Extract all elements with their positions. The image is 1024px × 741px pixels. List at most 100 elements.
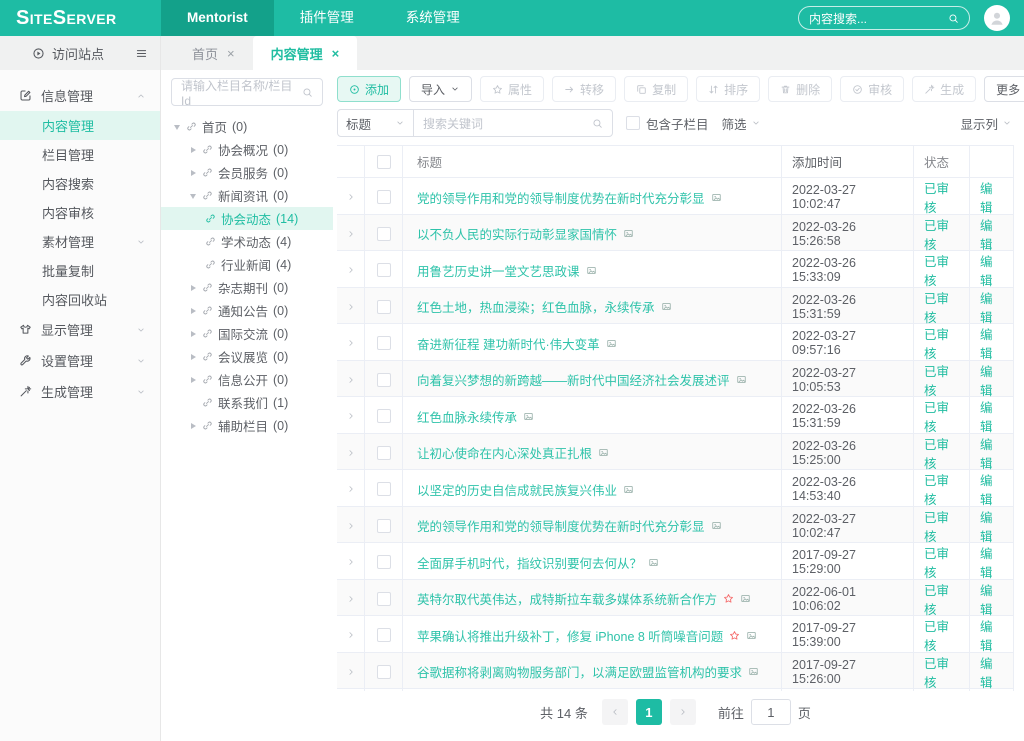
siteserver-logo[interactable]: SITESERVER (0, 7, 161, 30)
row-checkbox[interactable] (377, 628, 391, 642)
content-title-link[interactable]: 红色土地，热血浸染；红色血脉，永续传承 (417, 297, 655, 316)
row-expand-button[interactable] (337, 507, 365, 545)
tree-node[interactable]: 杂志期刊(0) (161, 276, 333, 299)
next-page-button[interactable] (670, 699, 696, 725)
edit-link[interactable]: 编辑 (980, 616, 1003, 654)
row-checkbox[interactable] (377, 336, 391, 350)
content-title-link[interactable]: 苹果确认将推出升级补丁，修复 iPhone 8 听筒噪音问题 (417, 626, 723, 645)
content-title-link[interactable]: 以不负人民的实际行动彰显家国情怀 (417, 224, 617, 243)
row-checkbox[interactable] (377, 409, 391, 423)
content-title-link[interactable]: 谷歌据称将剥离购物服务部门，以满足欧盟监管机构的要求 (417, 662, 742, 681)
tree-node[interactable]: 学术动态(4) (161, 230, 333, 253)
tree-expand-icon[interactable] (189, 330, 197, 338)
row-expand-button[interactable] (337, 470, 365, 508)
edit-link[interactable]: 编辑 (980, 178, 1003, 216)
row-expand-button[interactable] (337, 434, 365, 472)
edit-link[interactable]: 编辑 (980, 251, 1003, 289)
tree-node[interactable]: 会员服务(0) (161, 161, 333, 184)
tree-node[interactable]: 会议展览(0) (161, 345, 333, 368)
sidebar-item-content-search[interactable]: 内容搜索 (0, 169, 160, 198)
row-checkbox[interactable] (377, 592, 391, 606)
tree-expand-icon[interactable] (189, 376, 197, 384)
columns-dropdown[interactable]: 显示列 (960, 114, 1014, 133)
tab-close-icon[interactable] (227, 46, 235, 61)
tree-node[interactable]: 行业新闻(4) (161, 253, 333, 276)
tree-expand-icon[interactable] (189, 353, 197, 361)
add-button[interactable]: 添加 (337, 76, 401, 102)
content-title-link[interactable]: 英特尔取代英伟达，成特斯拉车载多媒体系统新合作方 (417, 589, 717, 608)
sidebar-item-material-manage[interactable]: 素材管理 (0, 227, 160, 256)
edit-link[interactable]: 编辑 (980, 653, 1003, 691)
select-all-checkbox[interactable] (377, 155, 391, 169)
nav-item-mentorist[interactable]: Mentorist (161, 0, 274, 36)
tree-expand-icon[interactable] (189, 169, 197, 177)
tree-node-selected[interactable]: 协会动态(14) (161, 207, 333, 230)
row-expand-button[interactable] (337, 288, 365, 326)
keyword-input[interactable]: 搜索关键词 (414, 110, 612, 136)
edit-link[interactable]: 编辑 (980, 543, 1003, 581)
nav-item-system[interactable]: 系统管理 (380, 0, 486, 36)
channel-search-input[interactable]: 请输入栏目名称/栏目Id (171, 78, 323, 106)
content-title-link[interactable]: 党的领导作用和党的领导制度优势在新时代充分彰显 (417, 516, 705, 535)
generate-button[interactable]: 生成 (912, 76, 976, 102)
row-checkbox[interactable] (377, 373, 391, 387)
sidebar-group-generate[interactable]: 生成管理 (0, 376, 160, 407)
content-title-link[interactable]: 全面屏手机时代，指纹识别要何去何从？ (417, 553, 642, 572)
tab-home[interactable]: 首页 (174, 36, 253, 70)
content-title-link[interactable]: 党的领导作用和党的领导制度优势在新时代充分彰显 (417, 188, 705, 207)
tree-node[interactable]: 信息公开(0) (161, 368, 333, 391)
tree-expand-icon[interactable] (189, 146, 197, 154)
row-expand-button[interactable] (337, 361, 365, 399)
tab-close-icon[interactable] (332, 46, 340, 61)
content-title-link[interactable]: 向着复兴梦想的新跨越——新时代中国经济社会发展述评 (417, 370, 730, 389)
row-expand-button[interactable] (337, 178, 365, 216)
goto-page-input[interactable]: 1 (751, 699, 791, 725)
content-title-link[interactable]: 用鲁艺历史讲一堂文艺思政课 (417, 261, 580, 280)
row-checkbox[interactable] (377, 227, 391, 241)
edit-link[interactable]: 编辑 (980, 361, 1003, 399)
copy-button[interactable]: 复制 (624, 76, 688, 102)
sidebar-group-info[interactable]: 信息管理 (0, 80, 160, 111)
sidebar-item-content-manage[interactable]: 内容管理 (0, 111, 160, 140)
tree-expand-icon[interactable] (189, 284, 197, 292)
sort-button[interactable]: 排序 (696, 76, 760, 102)
sidebar-group-settings[interactable]: 设置管理 (0, 345, 160, 376)
row-checkbox[interactable] (377, 519, 391, 533)
content-title-link[interactable]: 以坚定的历史自信成就民族复兴伟业 (417, 480, 617, 499)
content-search-input[interactable]: 内容搜索... (798, 6, 970, 30)
row-checkbox[interactable] (377, 446, 391, 460)
edit-link[interactable]: 编辑 (980, 397, 1003, 435)
more-button[interactable]: 更多 (984, 76, 1024, 102)
edit-link[interactable]: 编辑 (980, 324, 1003, 362)
attributes-button[interactable]: 属性 (480, 76, 544, 102)
row-expand-button[interactable] (337, 324, 365, 362)
row-expand-button[interactable] (337, 251, 365, 289)
tree-expand-icon[interactable] (189, 192, 197, 200)
tree-expand-icon[interactable] (189, 422, 197, 430)
row-checkbox[interactable] (377, 555, 391, 569)
edit-link[interactable]: 编辑 (980, 434, 1003, 472)
row-checkbox[interactable] (377, 482, 391, 496)
sidebar-item-content-review[interactable]: 内容审核 (0, 198, 160, 227)
row-expand-button[interactable] (337, 580, 365, 618)
row-expand-button[interactable] (337, 543, 365, 581)
checkbox[interactable] (626, 116, 640, 130)
search-field-select[interactable]: 标题 (338, 110, 414, 136)
import-button[interactable]: 导入 (409, 76, 472, 102)
row-checkbox[interactable] (377, 190, 391, 204)
row-checkbox[interactable] (377, 263, 391, 277)
content-title-link[interactable]: 奋进新征程 建功新时代·伟大变革 (417, 334, 600, 353)
prev-page-button[interactable] (602, 699, 628, 725)
row-expand-button[interactable] (337, 397, 365, 435)
row-checkbox[interactable] (377, 300, 391, 314)
sidebar-item-batch-copy[interactable]: 批量复制 (0, 256, 160, 285)
edit-link[interactable]: 编辑 (980, 288, 1003, 326)
edit-link[interactable]: 编辑 (980, 580, 1003, 618)
include-children-checkbox[interactable]: 包含子栏目 (626, 114, 709, 133)
tree-node[interactable]: 辅助栏目(0) (161, 414, 333, 437)
tree-node[interactable]: 通知公告(0) (161, 299, 333, 322)
content-title-link[interactable]: 红色血脉永续传承 (417, 407, 517, 426)
collapse-menu-icon[interactable] (135, 47, 148, 60)
tree-expand-icon[interactable] (189, 307, 197, 315)
row-expand-button[interactable] (337, 653, 365, 691)
